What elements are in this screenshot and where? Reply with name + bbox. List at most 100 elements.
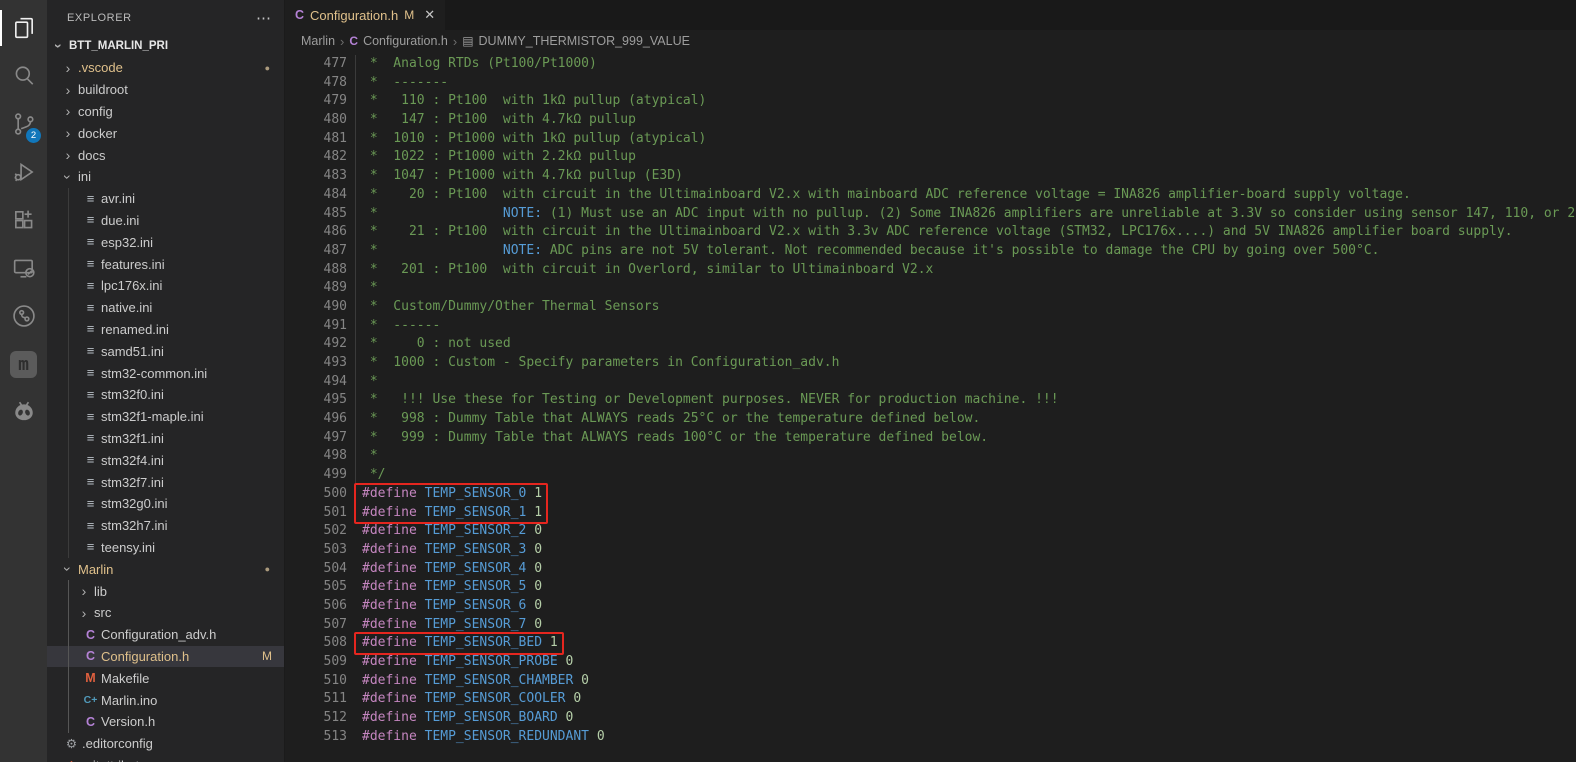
code-line[interactable]: 500#define TEMP_SENSOR_0 1 (285, 485, 1576, 504)
code-line[interactable]: 512#define TEMP_SENSOR_BOARD 0 (285, 709, 1576, 728)
tree-item-configuration-adv-h[interactable]: CConfiguration_adv.h (47, 624, 284, 646)
ini-file-icon: ≡ (82, 279, 99, 293)
code-line[interactable]: 495 * !!! Use these for Testing or Devel… (285, 391, 1576, 410)
code-line[interactable]: 509#define TEMP_SENSOR_PROBE 0 (285, 653, 1576, 672)
code-line[interactable]: 480 * 147 : Pt100 with 4.7kΩ pullup (285, 111, 1576, 130)
tree-item-marlin[interactable]: ›Marlin● (47, 558, 284, 580)
tree-item-samd51-ini[interactable]: ≡samd51.ini (47, 340, 284, 362)
tree-item-makefile[interactable]: MMakefile (47, 667, 284, 689)
code-line[interactable]: 498 * (285, 447, 1576, 466)
tree-item-src[interactable]: ›src (47, 602, 284, 624)
git-graph-icon[interactable] (0, 292, 47, 340)
code-line[interactable]: 510#define TEMP_SENSOR_CHAMBER 0 (285, 672, 1576, 691)
tree-item-ini[interactable]: ›ini (47, 166, 284, 188)
tree-item-stm32-common-ini[interactable]: ≡stm32-common.ini (47, 362, 284, 384)
tree-item-features-ini[interactable]: ≡features.ini (47, 253, 284, 275)
code-line[interactable]: 493 * 1000 : Custom - Specify parameters… (285, 354, 1576, 373)
code-line[interactable]: 508#define TEMP_SENSOR_BED 1 (285, 634, 1576, 653)
tree-item-label: Configuration.h (101, 649, 189, 664)
run-and-debug-icon[interactable] (0, 148, 47, 196)
code-line[interactable]: 504#define TEMP_SENSOR_4 0 (285, 560, 1576, 579)
code-line[interactable]: 497 * 999 : Dummy Table that ALWAYS read… (285, 429, 1576, 448)
file-tree: ›.vscode●›buildroot›config›docker›docs›i… (47, 57, 284, 762)
tree-item-version-h[interactable]: CVersion.h (47, 711, 284, 733)
code-line[interactable]: 487 * NOTE: ADC pins are not 5V tolerant… (285, 242, 1576, 261)
tree-item-stm32f0-ini[interactable]: ≡stm32f0.ini (47, 384, 284, 406)
tree-item-config[interactable]: ›config (47, 101, 284, 123)
code-line[interactable]: 477 * Analog RTDs (Pt100/Pt1000) (285, 55, 1576, 74)
code-line[interactable]: 489 * (285, 279, 1576, 298)
tree-item-teensy-ini[interactable]: ≡teensy.ini (47, 537, 284, 559)
tree-item--gitattributes[interactable]: ◆.gitattributes (47, 755, 284, 762)
tree-item-label: Configuration_adv.h (101, 627, 216, 642)
line-number: 477 (285, 55, 347, 74)
code-line[interactable]: 488 * 201 : Pt100 with circuit in Overlo… (285, 261, 1576, 280)
tree-item-label: avr.ini (101, 191, 135, 206)
tree-item-stm32f1-maple-ini[interactable]: ≡stm32f1-maple.ini (47, 406, 284, 428)
code-line[interactable]: 507#define TEMP_SENSOR_7 0 (285, 616, 1576, 635)
tree-item-configuration-h[interactable]: CConfiguration.hM (47, 646, 284, 668)
tree-item-lib[interactable]: ›lib (47, 580, 284, 602)
code-line[interactable]: 494 * (285, 373, 1576, 392)
code-line[interactable]: 501#define TEMP_SENSOR_1 1 (285, 504, 1576, 523)
code-line[interactable]: 502#define TEMP_SENSOR_2 0 (285, 522, 1576, 541)
tree-item--vscode[interactable]: ›.vscode● (47, 57, 284, 79)
tree-item-avr-ini[interactable]: ≡avr.ini (47, 188, 284, 210)
code-text: #define TEMP_SENSOR_1 1 (362, 504, 542, 523)
workspace-root-folder[interactable]: › BTT_MARLIN_PRI (47, 35, 284, 57)
code-line[interactable]: 491 * ------ (285, 317, 1576, 336)
code-line[interactable]: 499 */ (285, 466, 1576, 485)
breadcrumb-item[interactable]: Marlin (301, 34, 335, 48)
tree-item--editorconfig[interactable]: ⚙.editorconfig (47, 733, 284, 755)
code-line[interactable]: 513#define TEMP_SENSOR_REDUNDANT 0 (285, 728, 1576, 747)
tree-item-due-ini[interactable]: ≡due.ini (47, 210, 284, 232)
remote-explorer-icon[interactable] (0, 244, 47, 292)
tree-item-docker[interactable]: ›docker (47, 122, 284, 144)
tree-item-stm32g0-ini[interactable]: ≡stm32g0.ini (47, 493, 284, 515)
tab-close-icon[interactable]: ✕ (424, 7, 435, 23)
code-line[interactable]: 505#define TEMP_SENSOR_5 0 (285, 578, 1576, 597)
tree-item-label: config (78, 104, 113, 119)
tree-item-stm32f7-ini[interactable]: ≡stm32f7.ini (47, 471, 284, 493)
line-number: 493 (285, 354, 347, 373)
code-line[interactable]: 482 * 1022 : Pt1000 with 2.2kΩ pullup (285, 148, 1576, 167)
auto-build-marlin-icon[interactable]: m (0, 340, 47, 388)
code-line[interactable]: 506#define TEMP_SENSOR_6 0 (285, 597, 1576, 616)
code-line[interactable]: 479 * 110 : Pt100 with 1kΩ pullup (atypi… (285, 92, 1576, 111)
tree-item-renamed-ini[interactable]: ≡renamed.ini (47, 319, 284, 341)
code-line[interactable]: 511#define TEMP_SENSOR_COOLER 0 (285, 690, 1576, 709)
code-line[interactable]: 483 * 1047 : Pt1000 with 4.7kΩ pullup (E… (285, 167, 1576, 186)
explorer-more-actions-icon[interactable]: ⋯ (256, 9, 272, 27)
tree-item-stm32f4-ini[interactable]: ≡stm32f4.ini (47, 449, 284, 471)
code-line[interactable]: 481 * 1010 : Pt1000 with 1kΩ pullup (aty… (285, 130, 1576, 149)
search-icon[interactable] (0, 52, 47, 100)
breadcrumb-item[interactable]: DUMMY_THERMISTOR_999_VALUE (479, 34, 690, 48)
tree-item-stm32h7-ini[interactable]: ≡stm32h7.ini (47, 515, 284, 537)
indent-guide (68, 362, 69, 384)
tree-item-lpc176x-ini[interactable]: ≡lpc176x.ini (47, 275, 284, 297)
source-control-icon[interactable]: 2 (0, 100, 47, 148)
tab-configuration-h[interactable]: C Configuration.h M ✕ (285, 0, 445, 30)
tree-item-native-ini[interactable]: ≡native.ini (47, 297, 284, 319)
tree-item-docs[interactable]: ›docs (47, 144, 284, 166)
vscode-window: 2 m EXPLORER ⋯ (0, 0, 1576, 762)
code-line[interactable]: 490 * Custom/Dummy/Other Thermal Sensors (285, 298, 1576, 317)
extensions-icon[interactable] (0, 196, 47, 244)
ini-file-icon: ≡ (82, 540, 99, 554)
tree-item-esp32-ini[interactable]: ≡esp32.ini (47, 231, 284, 253)
code-line[interactable]: 496 * 998 : Dummy Table that ALWAYS read… (285, 410, 1576, 429)
tree-item-label: ini (78, 169, 91, 184)
code-line[interactable]: 486 * 21 : Pt100 with circuit in the Ult… (285, 223, 1576, 242)
code-line[interactable]: 485 * NOTE: (1) Must use an ADC input wi… (285, 205, 1576, 224)
explorer-icon[interactable] (0, 4, 47, 52)
breadcrumb-item[interactable]: Configuration.h (363, 34, 448, 48)
tree-item-marlin-ino[interactable]: C+Marlin.ino (47, 689, 284, 711)
line-number: 497 (285, 429, 347, 448)
tree-item-stm32f1-ini[interactable]: ≡stm32f1.ini (47, 428, 284, 450)
platformio-icon[interactable] (0, 388, 47, 436)
code-line[interactable]: 478 * ------- (285, 74, 1576, 93)
code-line[interactable]: 484 * 20 : Pt100 with circuit in the Ult… (285, 186, 1576, 205)
code-line[interactable]: 503#define TEMP_SENSOR_3 0 (285, 541, 1576, 560)
tree-item-buildroot[interactable]: ›buildroot (47, 79, 284, 101)
code-line[interactable]: 492 * 0 : not used (285, 335, 1576, 354)
